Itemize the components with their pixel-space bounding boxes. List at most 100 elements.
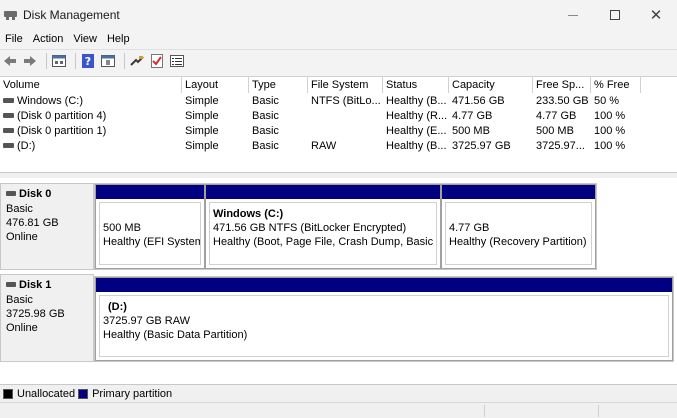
menu-view[interactable]: View bbox=[68, 33, 102, 45]
disk-1-label[interactable]: Disk 1 Basic 3725.98 GB Online bbox=[0, 274, 94, 362]
toolbar-separator bbox=[124, 52, 125, 69]
partition-details: (D:) 3725.97 GB RAW Healthy (Basic Data … bbox=[99, 295, 669, 357]
column-header-free-space[interactable]: Free Sp... bbox=[533, 77, 591, 93]
volume-icon bbox=[3, 97, 14, 103]
close-icon: ✕ bbox=[649, 6, 663, 24]
partition-name: (D:) bbox=[108, 301, 127, 313]
column-header-layout[interactable]: Layout bbox=[182, 77, 249, 93]
partition-status: Healthy (Boot, Page File, Crash Dump, Ba… bbox=[213, 236, 437, 248]
window-title: Disk Management bbox=[23, 8, 120, 22]
table-row[interactable]: Windows (C:) Simple Basic NTFS (BitLo...… bbox=[0, 94, 677, 109]
toolbar: ? bbox=[0, 49, 677, 71]
table-row[interactable]: (Disk 0 partition 1) Simple Basic Health… bbox=[0, 124, 677, 139]
legend-primary-partition: Primary partition bbox=[78, 388, 172, 400]
partition-name: Windows (C:) bbox=[213, 208, 284, 220]
column-header-file-system[interactable]: File System bbox=[308, 77, 383, 93]
volume-list-header: Volume Layout Type File System Status Ca… bbox=[0, 77, 677, 93]
legend-label: Unallocated bbox=[17, 387, 76, 400]
status-bar bbox=[0, 402, 677, 418]
title-bar: Disk Management ✕ bbox=[0, 0, 677, 30]
cell-file-system: RAW bbox=[311, 140, 337, 152]
cell-layout: Simple bbox=[185, 110, 219, 122]
connect-icon[interactable] bbox=[129, 53, 145, 69]
cell-layout: Simple bbox=[185, 140, 219, 152]
partition-status: Healthy (EFI System P bbox=[103, 236, 201, 248]
help-icon[interactable]: ? bbox=[80, 53, 96, 69]
primary-partition-swatch bbox=[78, 388, 89, 399]
unallocated-swatch bbox=[3, 388, 13, 399]
cell-free-space: 4.77 GB bbox=[536, 110, 577, 122]
disk-0-partitions: 500 MB Healthy (EFI System P Windows (C:… bbox=[94, 183, 597, 270]
cell-status: Healthy (B... bbox=[386, 95, 447, 107]
cell-volume: (Disk 0 partition 4) bbox=[0, 109, 182, 124]
cell-volume: Windows (C:) bbox=[0, 94, 182, 109]
partition-name bbox=[449, 207, 588, 221]
primary-partition-bar bbox=[206, 185, 440, 199]
partition-details: 500 MB Healthy (EFI System P bbox=[99, 202, 201, 265]
cell-percent-free: 100 % bbox=[594, 125, 626, 137]
cell-capacity: 3725.97 GB bbox=[452, 140, 511, 152]
cell-file-system bbox=[308, 124, 383, 139]
partition-name bbox=[103, 207, 197, 221]
column-header-volume[interactable]: Volume bbox=[0, 77, 182, 93]
column-header-status[interactable]: Status bbox=[383, 77, 449, 93]
cell-status: Healthy (B... bbox=[386, 140, 447, 152]
menu-action[interactable]: Action bbox=[28, 33, 69, 45]
cell-capacity: 4.77 GB bbox=[452, 110, 493, 122]
cell-type: Basic bbox=[252, 110, 279, 122]
menu-help[interactable]: Help bbox=[102, 33, 135, 45]
partition-details: 4.77 GB Healthy (Recovery Partition) bbox=[445, 202, 592, 265]
svg-text:?: ? bbox=[85, 55, 91, 68]
minimize-button[interactable] bbox=[550, 0, 596, 30]
close-button[interactable]: ✕ bbox=[633, 0, 677, 30]
back-icon[interactable] bbox=[2, 53, 18, 69]
minimize-icon bbox=[568, 14, 578, 16]
table-row[interactable]: (D:) Simple Basic RAW Healthy (B... 3725… bbox=[0, 139, 677, 154]
partition-windows-c[interactable]: Windows (C:) 471.56 GB NTFS (BitLocker E… bbox=[205, 184, 441, 269]
cell-percent-free: 50 % bbox=[594, 95, 620, 107]
partition-efi[interactable]: 500 MB Healthy (EFI System P bbox=[95, 184, 205, 269]
table-row[interactable]: (Disk 0 partition 4) Simple Basic Health… bbox=[0, 109, 677, 124]
maximize-button[interactable] bbox=[592, 0, 638, 30]
partition-status: Healthy (Basic Data Partition) bbox=[103, 329, 248, 341]
volume-list: Volume Layout Type File System Status Ca… bbox=[0, 76, 677, 172]
partition-details: Windows (C:) 471.56 GB NTFS (BitLocker E… bbox=[209, 202, 437, 265]
partition-recovery[interactable]: 4.77 GB Healthy (Recovery Partition) bbox=[441, 184, 596, 269]
cell-type: Basic bbox=[252, 95, 279, 107]
cell-status: Healthy (E... bbox=[386, 125, 447, 137]
column-header-capacity[interactable]: Capacity bbox=[449, 77, 533, 93]
properties-icon[interactable] bbox=[51, 53, 67, 69]
primary-partition-bar bbox=[96, 185, 204, 199]
legend: Unallocated Primary partition bbox=[0, 384, 677, 402]
partition-size: 4.77 GB bbox=[449, 222, 490, 234]
menu-file[interactable]: File bbox=[0, 33, 28, 45]
check-icon[interactable] bbox=[149, 53, 165, 69]
forward-icon[interactable] bbox=[22, 53, 38, 69]
volume-icon bbox=[3, 112, 14, 118]
disk-icon bbox=[6, 190, 16, 196]
disk-size: 3725.98 GB bbox=[6, 308, 65, 320]
partition-size: 500 MB bbox=[103, 222, 141, 234]
primary-partition-bar bbox=[442, 185, 595, 199]
disk-0-label[interactable]: Disk 0 Basic 476.81 GB Online bbox=[0, 183, 94, 270]
column-header-type[interactable]: Type bbox=[249, 77, 308, 93]
volume-icon bbox=[3, 142, 14, 148]
view-icon[interactable] bbox=[100, 53, 116, 69]
legend-label: Primary partition bbox=[92, 387, 173, 400]
cell-percent-free: 100 % bbox=[594, 110, 626, 122]
disk-management-icon bbox=[4, 9, 18, 21]
list-icon[interactable] bbox=[169, 53, 185, 69]
disk-name: Disk 0 bbox=[6, 188, 88, 200]
disk-map: Disk 0 Basic 476.81 GB Online 500 MB Hea… bbox=[0, 178, 677, 384]
primary-partition-bar bbox=[96, 278, 672, 292]
disk-type: Basic bbox=[6, 294, 33, 306]
disk-1-partitions: (D:) 3725.97 GB RAW Healthy (Basic Data … bbox=[94, 276, 674, 362]
cell-volume: (D:) bbox=[0, 139, 182, 154]
status-bar-divider bbox=[598, 405, 599, 417]
column-header-percent-free[interactable]: % Free bbox=[591, 77, 641, 93]
cell-type: Basic bbox=[252, 140, 279, 152]
partition-status: Healthy (Recovery Partition) bbox=[449, 236, 587, 248]
partition-d[interactable]: (D:) 3725.97 GB RAW Healthy (Basic Data … bbox=[95, 277, 673, 361]
cell-layout: Simple bbox=[185, 125, 219, 137]
cell-free-space: 3725.97... bbox=[536, 140, 585, 152]
